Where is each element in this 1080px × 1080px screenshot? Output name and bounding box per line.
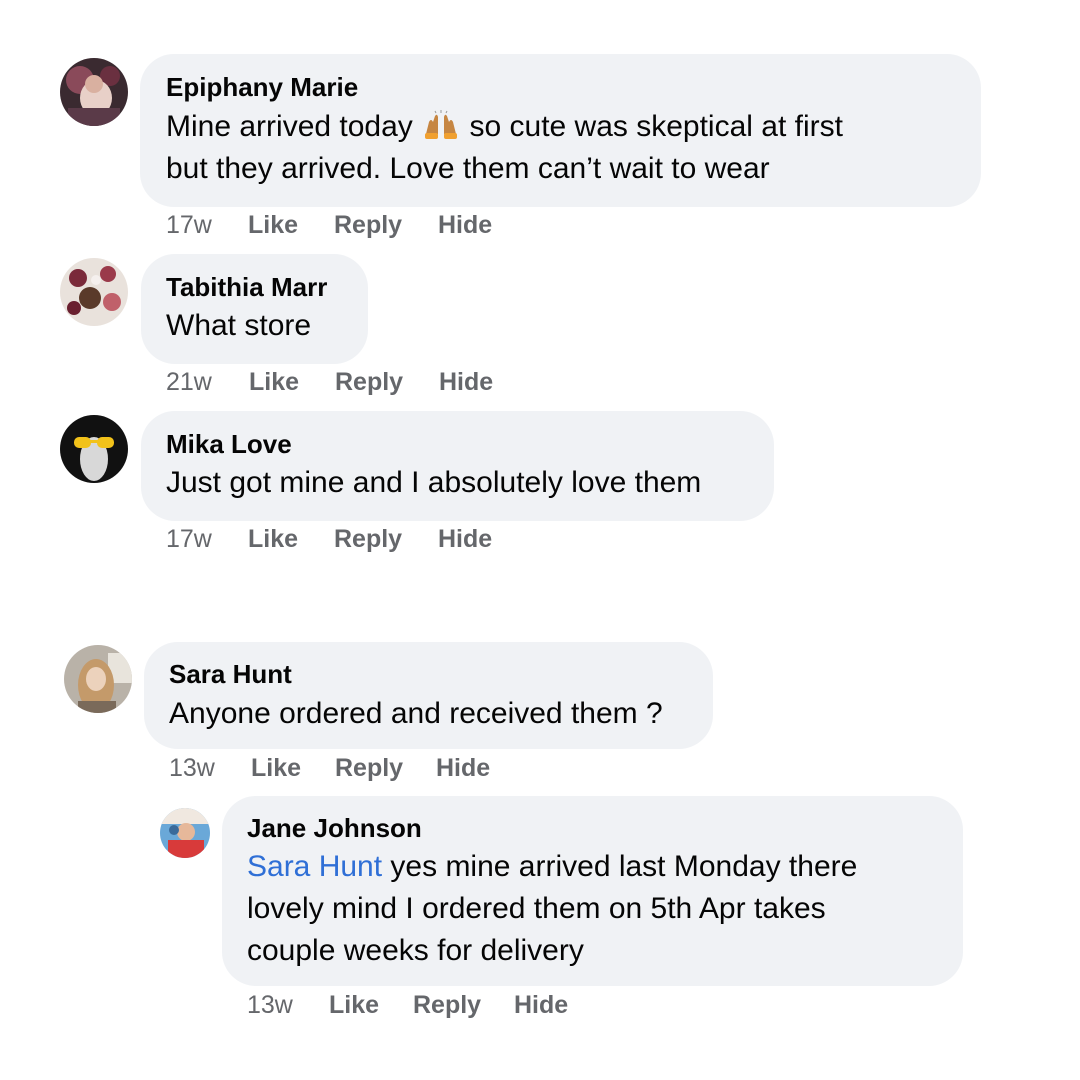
mention-link[interactable]: Sara Hunt [247, 850, 382, 883]
avatar-photo-icon [160, 808, 210, 858]
hide-button[interactable]: Hide [514, 990, 568, 1020]
comment-text-line: couple weeks for delivery [247, 934, 584, 967]
comment-timestamp[interactable]: 13w [247, 990, 293, 1020]
avatar[interactable] [160, 808, 210, 858]
reply-button[interactable]: Reply [413, 990, 481, 1020]
comment-actions: 13w Like Reply Hide [247, 990, 647, 1020]
like-button[interactable]: Like [329, 990, 379, 1020]
comment-text-part: yes mine arrived last Monday there [390, 850, 858, 883]
reply-jane-johnson: Jane Johnson Sara Hunt yes mine arrived … [0, 0, 1080, 1040]
comment-author[interactable]: Jane Johnson [247, 813, 422, 843]
comment-text: Sara Hunt yes mine arrived last Monday t… [247, 846, 857, 972]
comment-text-line: lovely mind I ordered them on 5th Apr ta… [247, 892, 826, 925]
